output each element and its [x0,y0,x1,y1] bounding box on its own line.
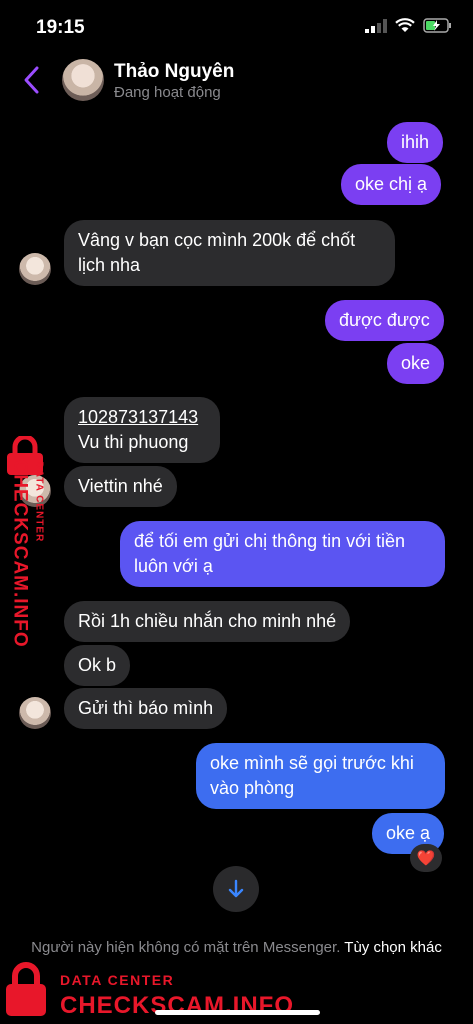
message-incoming[interactable]: 102873137143 Vu thi phuong [64,397,220,463]
account-number-link[interactable]: 102873137143 [78,405,206,430]
sender-avatar[interactable] [19,253,51,285]
status-bar: 19:15 [0,0,473,55]
message-outgoing[interactable]: oke mình sẽ gọi trước khi vào phòng [196,743,445,809]
watermark-title: DATA CENTER [33,461,45,543]
unavailable-notice: Người này hiện không có mặt trên Messeng… [0,938,473,958]
unavailable-text: Người này hiện không có mặt trên Messeng… [31,939,341,956]
wifi-icon [395,18,415,32]
home-indicator[interactable] [155,1010,320,1015]
message-incoming[interactable]: Viettin nhé [64,466,177,507]
status-icons [365,18,453,33]
chat-header: Thảo Nguyên Đang hoạt động [0,55,473,105]
watermark-brand: CHECKSCAM.INFO [9,459,31,648]
watermark-side: CHECKSCAM.INFO DATA CENTER [4,436,56,666]
watermark-title: DATA CENTER [60,972,175,988]
message-outgoing[interactable]: ihih [387,122,444,163]
contact-name[interactable]: Thảo Nguyên [114,61,234,83]
more-options-link[interactable]: Tùy chọn khác [344,939,442,956]
message-text: Vu thi phuong [78,432,189,452]
heart-reaction[interactable]: ❤️ [410,844,442,872]
status-time: 19:15 [36,17,85,38]
back-chevron-icon[interactable] [20,65,44,95]
message-incoming[interactable]: Ok b [64,645,131,686]
message-outgoing[interactable]: oke chị ạ [341,164,442,205]
message-outgoing[interactable]: để tối em gửi chị thông tin với tiền luô… [120,521,445,587]
message-incoming[interactable]: Gửi thì báo mình [64,688,228,729]
battery-charging-icon [423,18,451,33]
padlock-icon [6,962,46,1016]
arrow-down-icon [228,879,244,898]
signal-icon [365,18,387,33]
message-outgoing[interactable]: được được [325,300,444,341]
contact-avatar[interactable] [62,59,104,101]
contact-status: Đang hoạt động [114,84,221,101]
sender-avatar[interactable] [19,697,51,729]
message-incoming[interactable]: Rồi 1h chiều nhắn cho minh nhé [64,601,351,642]
message-outgoing[interactable]: oke [387,343,445,384]
watermark-brand: CHECKSCAM.INFO [60,992,294,1019]
message-incoming[interactable]: Vâng v bạn cọc mình 200k để chốt lịch nh… [64,220,395,286]
scroll-down-button[interactable] [213,866,259,912]
